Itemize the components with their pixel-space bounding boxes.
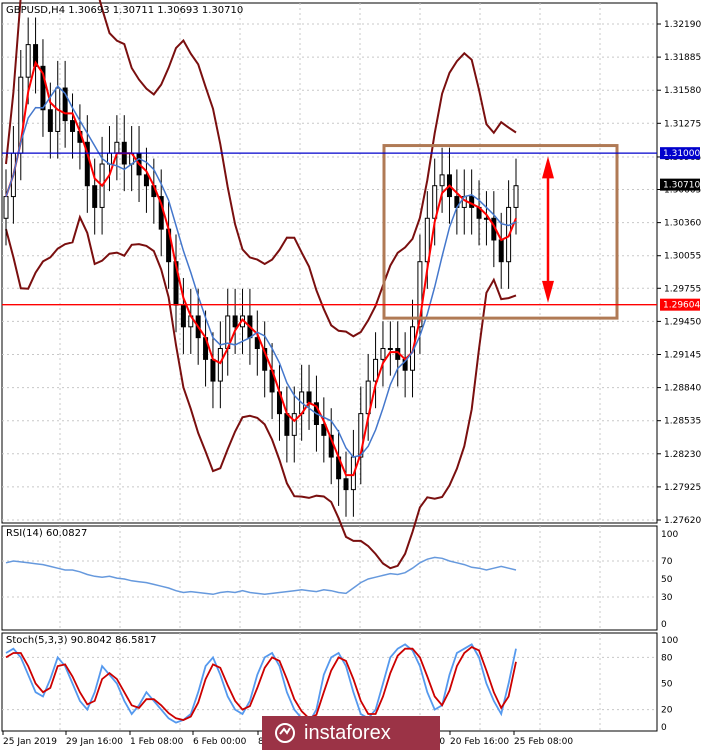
rsi-tick-label: 50	[661, 575, 673, 585]
time-tick-label: 6 Feb 00:00	[193, 737, 247, 747]
time-tick-label: 25 Feb 08:00	[514, 737, 573, 747]
rsi-tick-label: 30	[661, 593, 673, 603]
stoch-tick-label: 80	[661, 653, 673, 663]
rsi-panel	[1, 525, 658, 631]
time-tick-label: 20 Feb 16:00	[450, 737, 509, 747]
candle-body	[232, 315, 238, 328]
symbol-header: GBPUSD,H4 1.30693 1.30711 1.30693 1.3071…	[6, 5, 244, 16]
resistance-tag-text: 1.31000	[663, 149, 700, 159]
rsi-label: RSI(14) 60.0827	[6, 528, 88, 539]
candle-body	[387, 348, 393, 351]
candle-body	[439, 174, 445, 187]
price-tick-label: 1.30055	[664, 252, 701, 262]
candle-body	[47, 109, 53, 132]
price-tick-label: 1.30360	[664, 219, 701, 229]
rsi-tick-label: 0	[661, 620, 667, 630]
price-tick-label: 1.29145	[664, 350, 701, 360]
price-tick-label: 1.27620	[664, 516, 701, 526]
current-price-tag-text: 1.30710	[663, 181, 700, 191]
stoch-tick-label: 20	[661, 706, 673, 716]
price-tick-label: 1.31275	[664, 119, 701, 129]
price-tick-label: 1.31580	[664, 86, 701, 96]
candle-body	[513, 185, 519, 208]
candle-body	[114, 141, 120, 154]
candle-body	[284, 413, 290, 436]
candle-body	[498, 239, 504, 263]
price-axis: 1.321901.318851.315801.312751.309651.306…	[657, 20, 701, 526]
candle-body	[291, 413, 297, 436]
stoch-label: Stoch(5,3,3) 90.8042 86.5817	[6, 635, 157, 646]
price-tick-label: 1.31885	[664, 53, 701, 63]
candle-body	[210, 358, 216, 382]
price-tick-label: 1.29755	[664, 284, 701, 294]
price-tick-label: 1.32190	[664, 20, 701, 30]
instaforex-logo-icon	[275, 723, 295, 743]
price-tick-label: 1.28230	[664, 450, 701, 460]
candle-body	[70, 120, 76, 132]
price-tick-label: 1.29450	[664, 317, 701, 327]
candle-body	[92, 185, 98, 208]
stoch-tick-label: 0	[661, 723, 667, 733]
candle-body	[3, 196, 9, 219]
price-tick-label: 1.27925	[664, 483, 701, 493]
rsi-tick-label: 100	[661, 530, 678, 540]
candle-body	[217, 348, 223, 382]
candle-body	[25, 44, 31, 78]
time-tick-label: 1 Feb 08:00	[130, 737, 184, 747]
candle-body	[343, 478, 349, 491]
instaforex-watermark: instaforex	[262, 716, 440, 750]
watermark-brand: instaforex	[304, 721, 391, 744]
time-tick-label: 25 Jan 2019	[3, 737, 57, 747]
candle-body	[180, 304, 186, 328]
stoch-tick-label: 100	[661, 636, 678, 646]
candle-body	[380, 348, 386, 360]
stoch-tick-label: 50	[661, 680, 673, 690]
support-tag-text: 1.29604	[663, 301, 700, 311]
candle-body	[306, 391, 312, 404]
rsi-tick-label: 70	[661, 557, 673, 567]
candle-body	[143, 174, 149, 187]
price-tick-label: 1.28840	[664, 384, 701, 394]
time-tick-label: 29 Jan 16:00	[66, 737, 123, 747]
price-tick-label: 1.28535	[664, 417, 701, 427]
